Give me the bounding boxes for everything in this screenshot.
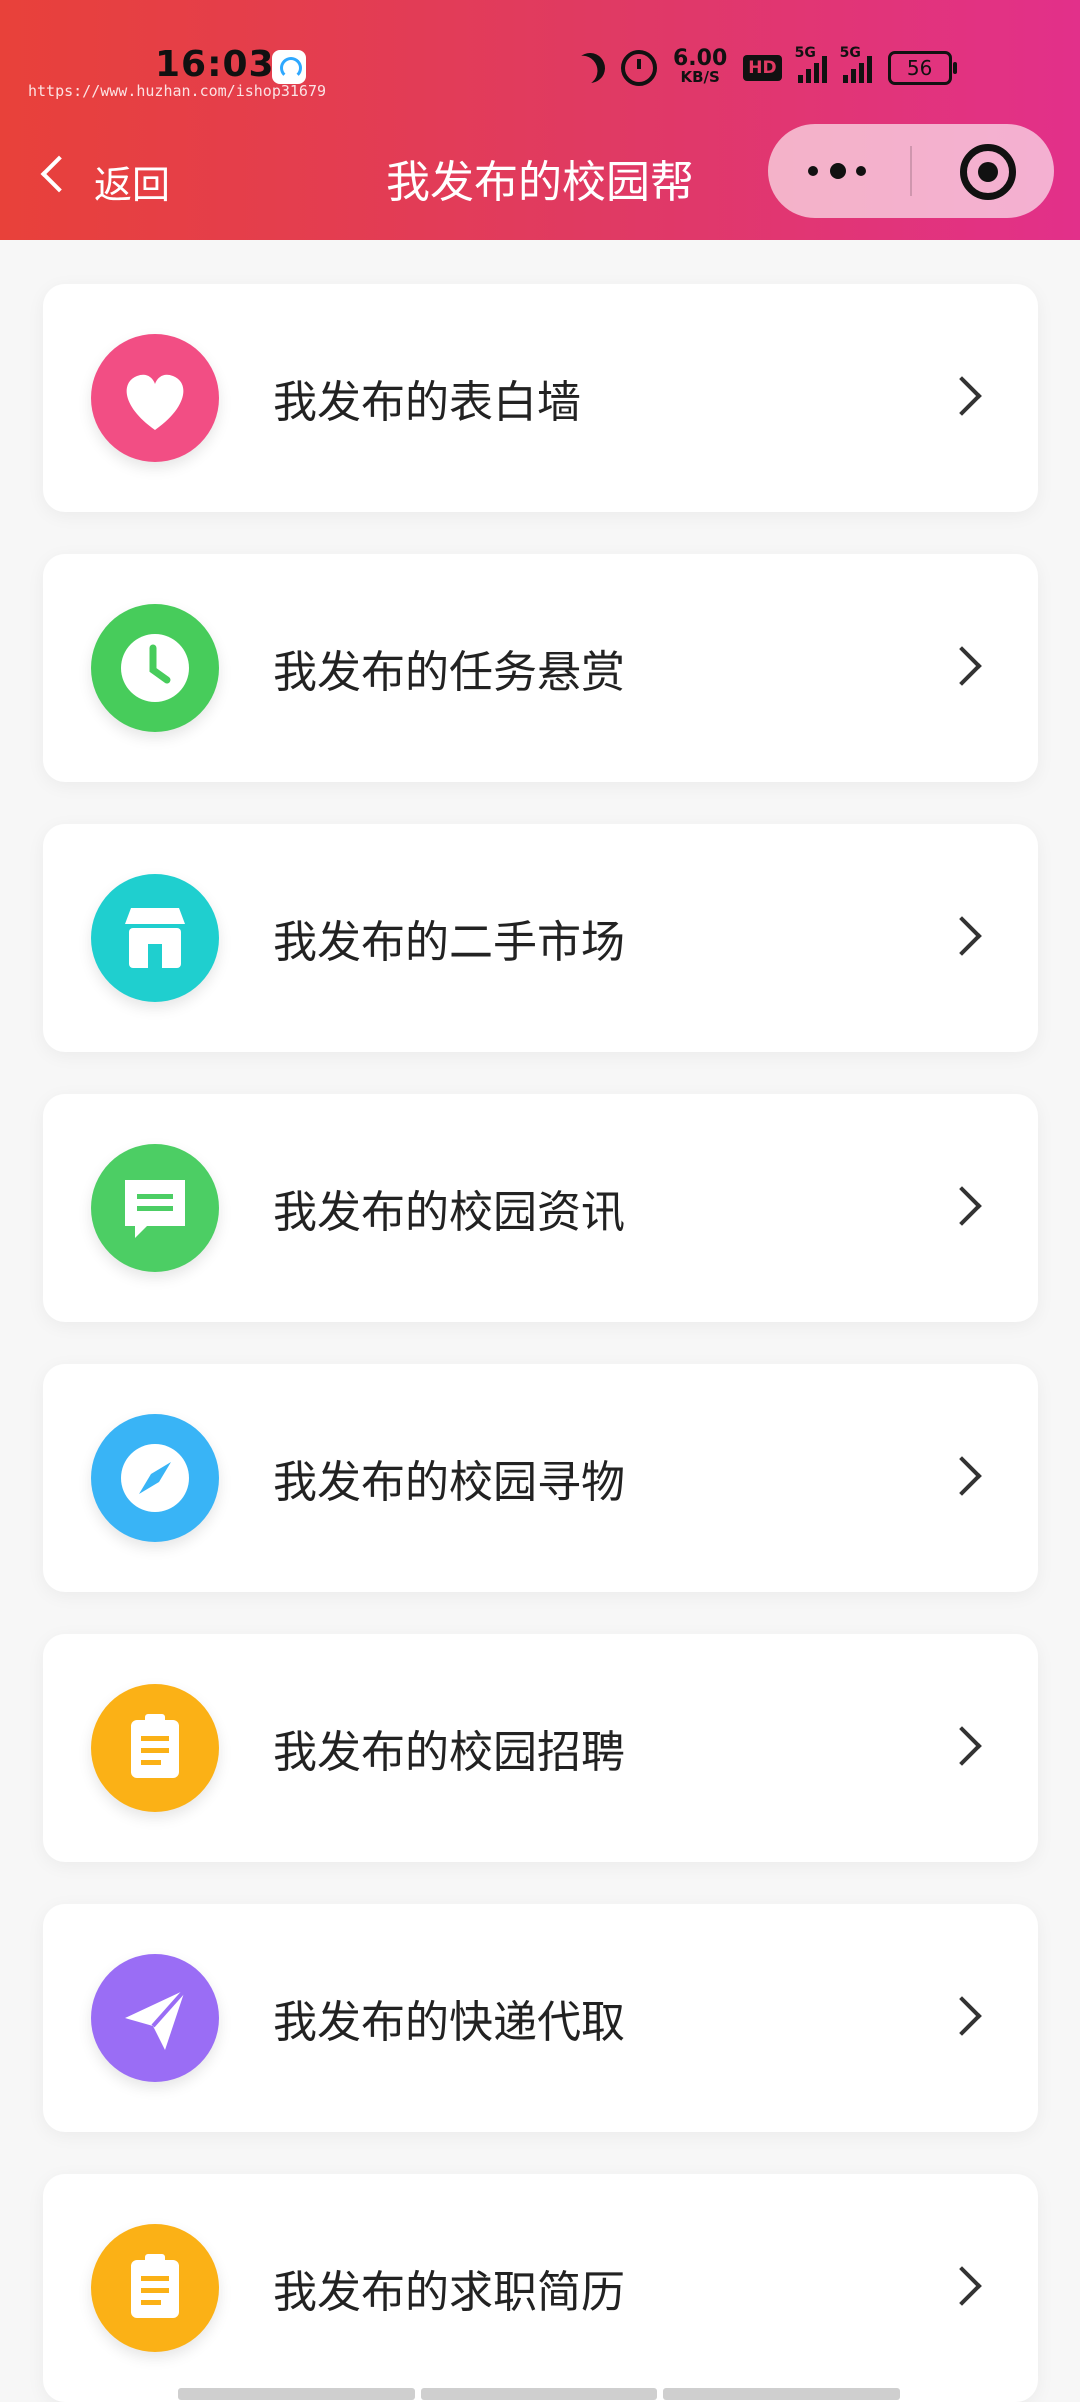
- network-speed: 6.00 KB/S: [673, 48, 727, 87]
- store-icon: [91, 874, 219, 1002]
- chevron-right-icon: [942, 1186, 982, 1226]
- paper-plane-icon: [91, 1954, 219, 2082]
- do-not-disturb-icon: [571, 49, 609, 87]
- close-miniprogram-icon[interactable]: [960, 144, 1016, 200]
- chevron-right-icon: [942, 916, 982, 956]
- list-item-campus-news[interactable]: 我发布的校园资讯: [43, 1094, 1038, 1322]
- message-icon: [91, 1144, 219, 1272]
- list-item-lost-and-found[interactable]: 我发布的校园寻物: [43, 1364, 1038, 1592]
- signal-2-icon: 5G: [840, 45, 872, 83]
- list-item-label: 我发布的二手市场: [273, 917, 625, 968]
- list-item-label: 我发布的校园招聘: [273, 1727, 625, 1778]
- capsule-divider: [910, 146, 912, 196]
- chevron-right-icon: [942, 1996, 982, 2036]
- bottom-gesture-bar: [178, 2388, 901, 2400]
- list-item-label: 我发布的任务悬赏: [273, 647, 625, 698]
- list-item-second-hand-market[interactable]: 我发布的二手市场: [43, 824, 1038, 1052]
- list-item-label: 我发布的表白墙: [273, 377, 581, 428]
- chevron-right-icon: [942, 1456, 982, 1496]
- watermark-text: https://www.huzhan.com/ishop31679: [28, 82, 327, 100]
- network-speed-unit: KB/S: [680, 68, 720, 86]
- compass-icon: [91, 1414, 219, 1542]
- list-item-campus-recruitment[interactable]: 我发布的校园招聘: [43, 1634, 1038, 1862]
- status-icons: 6.00 KB/S HD 5G 5G 56: [575, 45, 957, 90]
- clock-icon: [91, 604, 219, 732]
- signal-1-icon: 5G: [795, 45, 827, 83]
- miniprogram-capsule: [768, 124, 1054, 218]
- top-bar: 16:03 https://www.huzhan.com/ishop31679 …: [0, 0, 1080, 240]
- list-item-task-reward[interactable]: 我发布的任务悬赏: [43, 554, 1038, 782]
- list-item-express-pickup[interactable]: 我发布的快递代取: [43, 1904, 1038, 2132]
- list-item-job-resume[interactable]: 我发布的求职简历: [43, 2174, 1038, 2402]
- list-item-label: 我发布的求职简历: [273, 2267, 625, 2318]
- heart-icon: [91, 334, 219, 462]
- hd-voice-icon: HD: [743, 55, 782, 81]
- menu-list: 我发布的表白墙 我发布的任务悬赏 我发布的二手市场 我发布的校园资讯 我发布的校…: [0, 240, 1080, 2402]
- clipboard-icon: [91, 1684, 219, 1812]
- list-item-label: 我发布的校园寻物: [273, 1457, 625, 1508]
- signal-2-label: 5G: [839, 45, 861, 61]
- signal-1-label: 5G: [794, 45, 816, 61]
- qq-notification-icon: [272, 50, 306, 84]
- chevron-right-icon: [942, 376, 982, 416]
- more-menu-icon[interactable]: [808, 162, 868, 180]
- list-item-label: 我发布的快递代取: [273, 1997, 625, 2048]
- chevron-right-icon: [942, 1726, 982, 1766]
- alarm-icon: [621, 50, 657, 86]
- status-bar: 16:03 https://www.huzhan.com/ishop31679 …: [0, 0, 1080, 120]
- chevron-right-icon: [942, 2266, 982, 2306]
- list-item-confession-wall[interactable]: 我发布的表白墙: [43, 284, 1038, 512]
- status-time: 16:03: [155, 44, 275, 85]
- list-item-label: 我发布的校园资讯: [273, 1187, 625, 1238]
- chevron-right-icon: [942, 646, 982, 686]
- clipboard-icon: [91, 2224, 219, 2352]
- battery-icon: 56: [887, 51, 957, 85]
